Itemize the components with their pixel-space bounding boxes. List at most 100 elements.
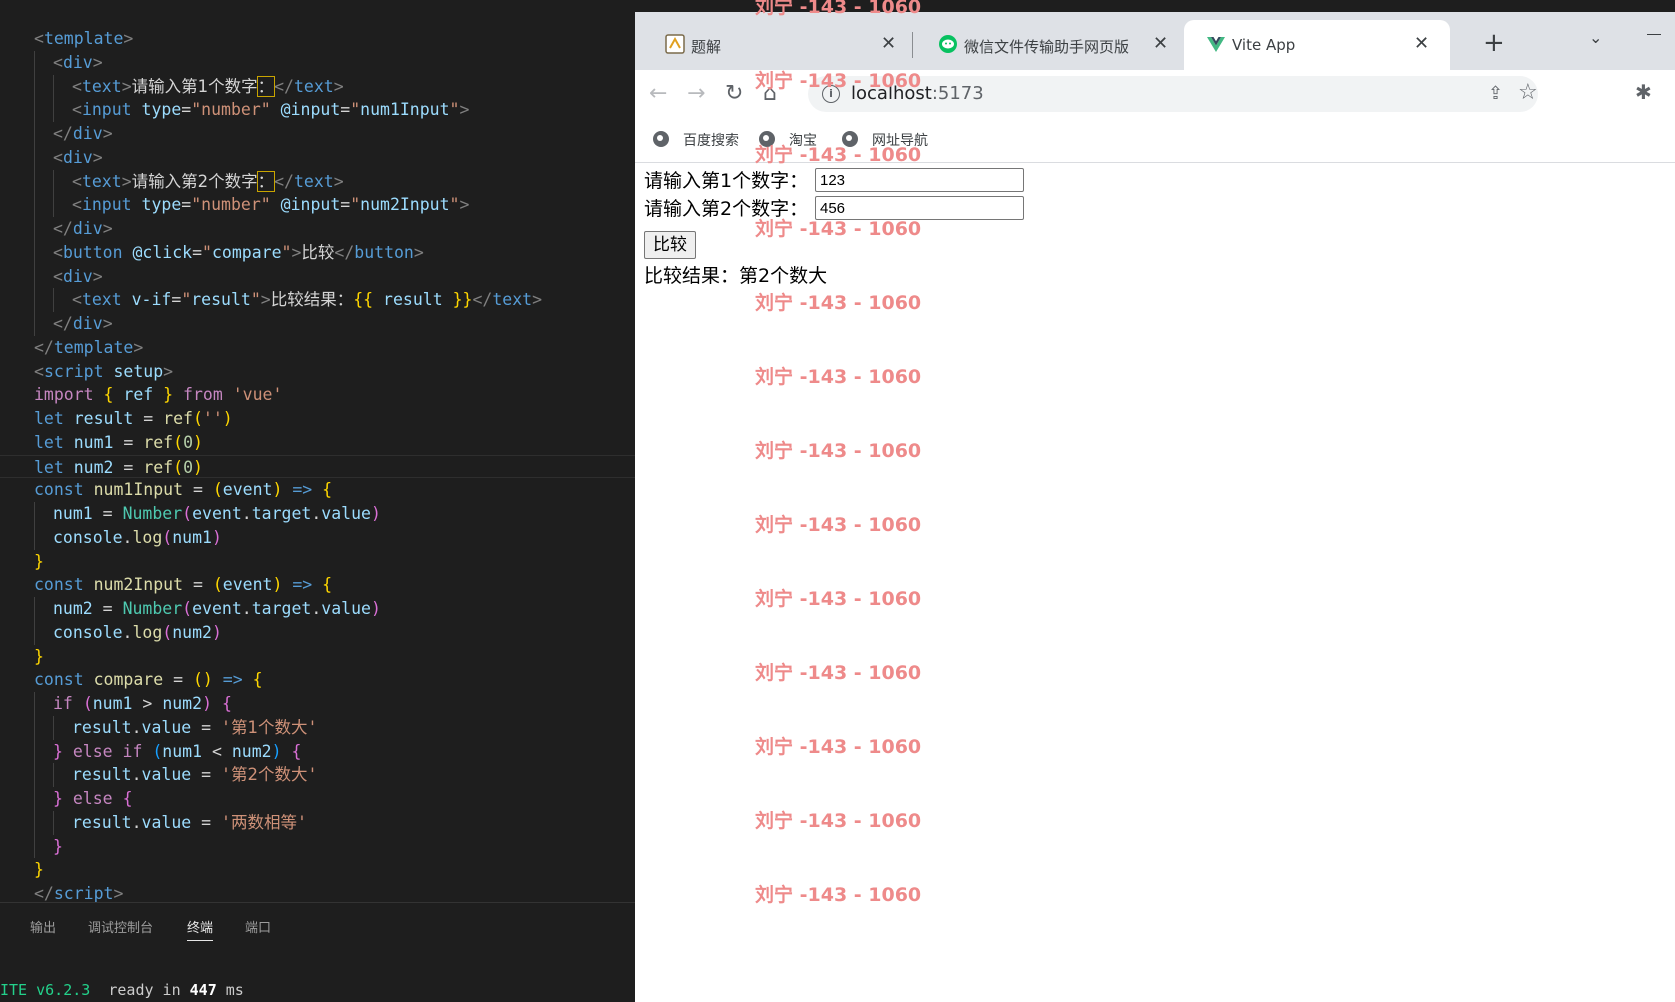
code-text: <div> [53, 266, 103, 286]
indent-guide [34, 715, 35, 740]
indent-guide [34, 169, 35, 194]
share-icon[interactable]: ⇪ [1488, 83, 1503, 104]
code-line[interactable]: <div> [0, 50, 635, 75]
code-text: } [34, 646, 44, 666]
tab-leetcode[interactable]: 题解 ✕ [643, 20, 908, 70]
code-line[interactable]: let num1 = ref(0) [0, 431, 635, 455]
tab-wechat[interactable]: 微信文件传输助手网页版 ✕ [916, 20, 1180, 70]
code-text: let result = ref('') [34, 409, 233, 428]
code-line[interactable]: result.value = '第2个数大' [0, 763, 635, 787]
code-line[interactable]: <text>请输入第2个数字：</text> [0, 169, 635, 194]
panel-tab-debug-console[interactable]: 调试控制台 [88, 917, 153, 936]
indent-guide [34, 50, 35, 75]
code-line[interactable]: <text v-if="result">比较结果：{{ result }}</t… [0, 288, 635, 312]
code-line[interactable]: console.log(num2) [0, 620, 635, 645]
close-icon[interactable]: ✕ [1153, 33, 1168, 54]
tab-title: Vite App [1232, 36, 1296, 54]
code-line[interactable]: </div> [0, 122, 635, 146]
indent-guide [34, 620, 35, 645]
home-icon[interactable]: ⌂ [763, 81, 777, 106]
code-line[interactable]: </template> [0, 336, 635, 360]
screen-top-strip [635, 0, 1675, 12]
code-line[interactable]: <div> [0, 264, 635, 289]
url-text[interactable]: localhost:5173 [851, 83, 984, 104]
code-text: </div> [53, 314, 113, 333]
code-text: const num1Input = (event) => { [34, 480, 333, 500]
code-line[interactable]: num1 = Number(event.target.value) [0, 502, 635, 526]
code-line[interactable]: } else { [0, 787, 635, 811]
indent-guide [53, 169, 54, 194]
code-line[interactable]: <input type="number" @input="num2Input"> [0, 193, 635, 217]
indent-guide [53, 810, 54, 835]
site-info-icon[interactable]: i [822, 85, 840, 103]
address-bar[interactable]: i localhost:5173 ⇪ ☆ [808, 76, 1538, 112]
code-text: <div> [53, 147, 103, 167]
code-line[interactable]: } [0, 858, 635, 882]
indent-guide [34, 692, 35, 716]
code-line[interactable]: </script> [0, 882, 635, 902]
code-area[interactable]: <template> <div> <text>请输入第1个数字：</text> <in… [0, 27, 635, 902]
code-line[interactable]: <button @click="compare">比较</button> [0, 240, 635, 265]
extensions-puzzle-icon[interactable]: ✱ [1635, 80, 1652, 104]
code-text: </script> [34, 884, 124, 902]
code-text: } [53, 836, 63, 856]
code-line[interactable]: let result = ref('') [0, 407, 635, 431]
new-tab-plus-icon[interactable]: + [1483, 28, 1505, 58]
code-editor[interactable]: <template> <div> <text>请输入第1个数字：</text> <in… [0, 0, 635, 1002]
chevron-down-icon[interactable]: ⌄ [1589, 28, 1602, 47]
globe-icon [759, 131, 775, 147]
panel-tab-terminal[interactable]: 终端 [187, 917, 214, 941]
code-line[interactable]: <div> [0, 145, 635, 170]
code-line[interactable]: import { ref } from 'vue' [0, 383, 635, 407]
code-line[interactable]: const compare = () => { [0, 668, 635, 692]
compare-button[interactable]: 比较 [644, 231, 696, 259]
code-line[interactable]: } [0, 550, 635, 574]
indent-guide [34, 145, 35, 170]
url-host: localhost [851, 83, 932, 104]
code-line[interactable]: <script setup> [0, 360, 635, 384]
code-text: const compare = () => { [34, 670, 263, 690]
indent-guide [34, 597, 35, 621]
close-icon[interactable]: ✕ [881, 33, 896, 54]
code-line[interactable]: </div> [0, 312, 635, 336]
code-line[interactable]: result.value = '第1个数大' [0, 715, 635, 740]
close-icon[interactable]: ✕ [1414, 33, 1429, 54]
code-line[interactable]: } [0, 645, 635, 669]
forward-arrow-icon[interactable]: → [687, 81, 705, 106]
code-line[interactable]: <input type="number" @input="num1Input"> [0, 98, 635, 122]
panel-tab-output[interactable]: 输出 [30, 917, 56, 936]
indent-guide [34, 739, 35, 764]
code-line[interactable]: <text>请输入第1个数字：</text> [0, 74, 635, 99]
reload-icon[interactable]: ↻ [725, 81, 743, 106]
code-line[interactable]: </div> [0, 217, 635, 241]
code-line[interactable]: const num2Input = (event) => { [0, 573, 635, 597]
code-line[interactable]: num2 = Number(event.target.value) [0, 597, 635, 621]
code-line[interactable]: <template> [0, 27, 635, 51]
code-text: num2 = Number(event.target.value) [53, 599, 381, 618]
indent-guide [53, 288, 54, 312]
wechat-icon [939, 35, 957, 53]
code-line[interactable]: result.value = '两数相等' [0, 810, 635, 835]
code-line[interactable]: console.log(num1) [0, 525, 635, 550]
code-text: } [34, 860, 44, 880]
code-line[interactable]: const num1Input = (event) => { [0, 478, 635, 502]
code-text: console.log(num2) [53, 622, 222, 642]
back-arrow-icon[interactable]: ← [649, 81, 667, 106]
number1-label: 请输入第1个数字： [644, 170, 809, 192]
tab-vite-app[interactable]: Vite App ✕ [1184, 20, 1450, 70]
bookmark-star-icon[interactable]: ☆ [1518, 80, 1538, 105]
number1-input[interactable]: 123 [815, 168, 1024, 192]
compare-result: 比较结果：第2个数大 [644, 265, 828, 287]
minimize-icon[interactable] [1647, 34, 1661, 35]
terminal-output[interactable]: ITE v6.2.3 ready in 447 ms [0, 981, 244, 999]
panel-tab-ports[interactable]: 端口 [245, 917, 271, 936]
code-text: result.value = '第1个数大' [72, 717, 318, 737]
terminal-ready-text: ready in [108, 981, 181, 999]
code-line[interactable]: } else if (num1 < num2) { [0, 739, 635, 764]
code-line[interactable]: if (num1 > num2) { [0, 692, 635, 716]
indent-guide [34, 264, 35, 289]
code-text: result.value = '两数相等' [72, 812, 307, 832]
code-line[interactable]: let num2 = ref(0) [0, 454, 635, 479]
code-line[interactable]: } [0, 834, 635, 859]
number2-input[interactable]: 456 [815, 196, 1024, 220]
